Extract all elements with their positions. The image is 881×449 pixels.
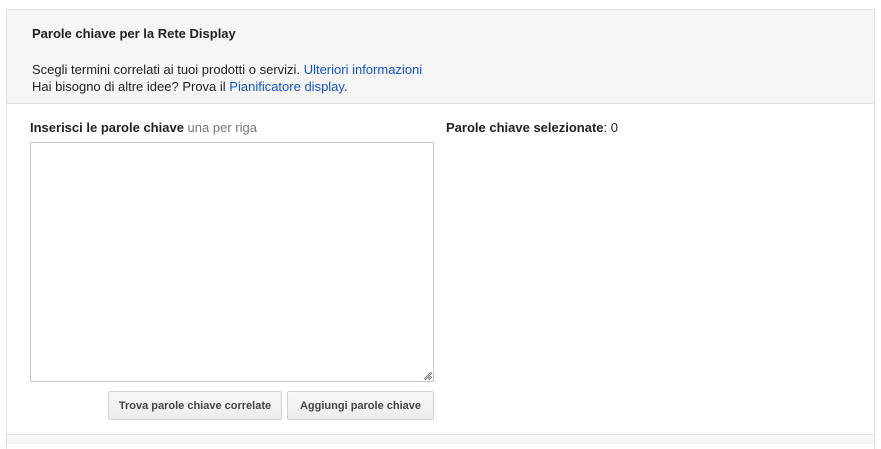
description-text: Scegli termini correlati ai tuoi prodott… (32, 62, 301, 77)
keywords-input-label: Inserisci le parole chiave una per riga (30, 120, 257, 135)
panel-footer (7, 434, 874, 444)
display-keywords-panel: Parole chiave per la Rete Display Scegli… (6, 9, 875, 449)
display-planner-link[interactable]: Pianificatore display (229, 79, 344, 94)
keywords-textarea[interactable] (30, 142, 434, 382)
selected-keywords-label: Parole chiave selezionate: 0 (446, 120, 618, 135)
add-keywords-button[interactable]: Aggiungi parole chiave (287, 391, 434, 420)
selected-keywords-count: 0 (610, 120, 619, 135)
find-related-keywords-button[interactable]: Trova parole chiave correlate (108, 391, 282, 420)
keywords-input-hint: una per riga (187, 120, 257, 135)
learn-more-link[interactable]: Ulteriori informazioni (304, 62, 422, 77)
panel-header: Parole chiave per la Rete Display Scegli… (7, 10, 874, 104)
description-line-2: Hai bisogno di altre idee? Prova il Pian… (32, 79, 348, 94)
description-line-1: Scegli termini correlati ai tuoi prodott… (32, 62, 422, 77)
selected-keywords-separator: : (603, 120, 608, 135)
selected-keywords-label-text: Parole chiave selezionate (446, 120, 604, 135)
panel-title: Parole chiave per la Rete Display (32, 26, 236, 41)
ideas-suffix: . (343, 79, 348, 94)
ideas-text: Hai bisogno di altre idee? Prova il (32, 79, 226, 94)
keywords-input-label-text: Inserisci le parole chiave (30, 120, 184, 135)
